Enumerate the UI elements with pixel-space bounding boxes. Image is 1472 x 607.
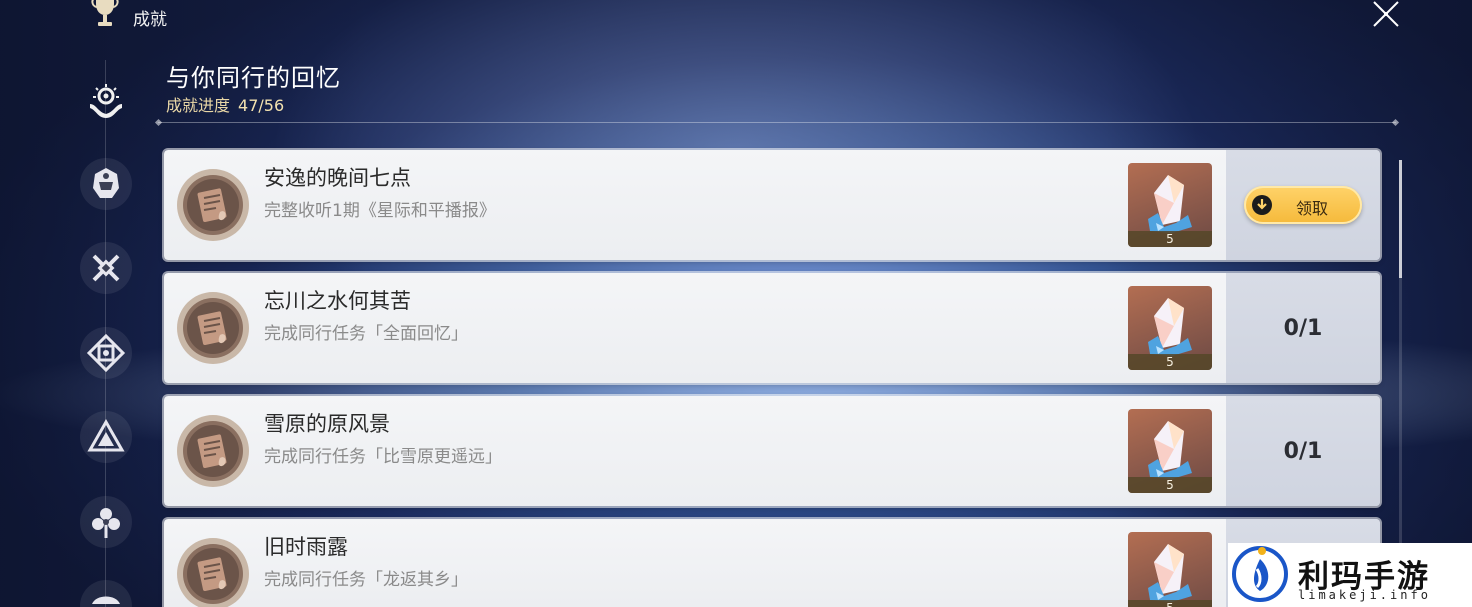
umbrella-emblem-icon bbox=[92, 596, 120, 604]
diamond-emblem-icon bbox=[86, 333, 126, 373]
sidebar-item-umbrella[interactable] bbox=[80, 580, 132, 607]
sidebar-item-crossed-swords[interactable] bbox=[80, 242, 132, 294]
achievement-description: 完成同行任务「全面回忆」 bbox=[264, 324, 468, 344]
achievement-title: 雪原的原风景 bbox=[264, 412, 390, 436]
achievement-description: 完成同行任务「比雪原更遥远」 bbox=[264, 447, 502, 467]
crossed-swords-icon bbox=[92, 254, 120, 282]
achievement-medal-icon bbox=[177, 292, 249, 364]
reward-count: 5 bbox=[1128, 231, 1212, 247]
achievement-progress: 成就进度 47/56 bbox=[166, 92, 284, 116]
reward-item[interactable]: 5 bbox=[1128, 286, 1212, 370]
category-title: 与你同行的回忆 bbox=[166, 64, 341, 92]
scrollbar-thumb[interactable] bbox=[1399, 160, 1402, 278]
sidebar-item-diamond[interactable] bbox=[80, 327, 132, 379]
achievement-title: 安逸的晚间七点 bbox=[264, 166, 411, 190]
card-action-area: 0/1 bbox=[1226, 396, 1380, 506]
achievement-medal-icon bbox=[177, 538, 249, 607]
watermark-logo-icon bbox=[1232, 546, 1288, 602]
reward-count: 5 bbox=[1128, 477, 1212, 493]
achievement-card: 旧时雨露 完成同行任务「龙返其乡」 5 bbox=[164, 519, 1380, 607]
triangle-emblem-icon bbox=[87, 418, 125, 452]
progress-label: 成就进度 bbox=[166, 96, 231, 115]
helmet-emblem-icon bbox=[93, 168, 119, 198]
achievement-card: 忘川之水何其苦 完成同行任务「全面回忆」 5 0/1 bbox=[164, 273, 1380, 383]
card-action-area: 领取 bbox=[1226, 150, 1380, 260]
achievement-title: 旧时雨露 bbox=[264, 535, 348, 559]
progress-count: 0/1 bbox=[1283, 315, 1323, 341]
reward-count: 5 bbox=[1128, 354, 1212, 370]
achievement-card: 雪原的原风景 完成同行任务「比雪原更遥远」 5 0/1 bbox=[164, 396, 1380, 506]
reward-item[interactable]: 5 bbox=[1128, 163, 1212, 247]
achievement-medal-icon bbox=[177, 415, 249, 487]
trophy-icon bbox=[91, 0, 119, 26]
achievement-description: 完成同行任务「龙返其乡」 bbox=[264, 570, 468, 590]
claim-button[interactable]: 领取 bbox=[1244, 186, 1362, 224]
header-divider bbox=[158, 122, 1396, 123]
crystal-icon bbox=[1148, 544, 1192, 602]
reward-item[interactable]: 5 bbox=[1128, 532, 1212, 607]
sidebar-item-hand-flower[interactable] bbox=[80, 74, 132, 126]
card-action-area: 0/1 bbox=[1226, 273, 1380, 383]
progress-value: 47/56 bbox=[238, 96, 285, 115]
sidebar-item-triangle[interactable] bbox=[80, 411, 132, 463]
section-title: 成就 bbox=[133, 10, 167, 30]
claim-label: 领取 bbox=[1296, 199, 1329, 218]
reward-count: 5 bbox=[1128, 600, 1212, 607]
hand-flower-icon bbox=[90, 84, 122, 118]
flower-emblem-icon bbox=[92, 508, 120, 538]
progress-count: 0/1 bbox=[1283, 438, 1323, 464]
achievement-title: 忘川之水何其苦 bbox=[264, 289, 411, 313]
download-arrow-icon bbox=[1252, 195, 1272, 215]
achievement-description: 完整收听1期《星际和平播报》 bbox=[264, 201, 496, 221]
sidebar-item-flower[interactable] bbox=[80, 496, 132, 548]
achievement-card: 安逸的晚间七点 完整收听1期《星际和平播报》 5 领取 bbox=[164, 150, 1380, 260]
sidebar-item-helmet[interactable] bbox=[80, 158, 132, 210]
achievement-medal-icon bbox=[177, 169, 249, 241]
watermark-url: limakeji.info bbox=[1298, 588, 1431, 602]
close-icon[interactable] bbox=[1368, 0, 1404, 32]
reward-item[interactable]: 5 bbox=[1128, 409, 1212, 493]
